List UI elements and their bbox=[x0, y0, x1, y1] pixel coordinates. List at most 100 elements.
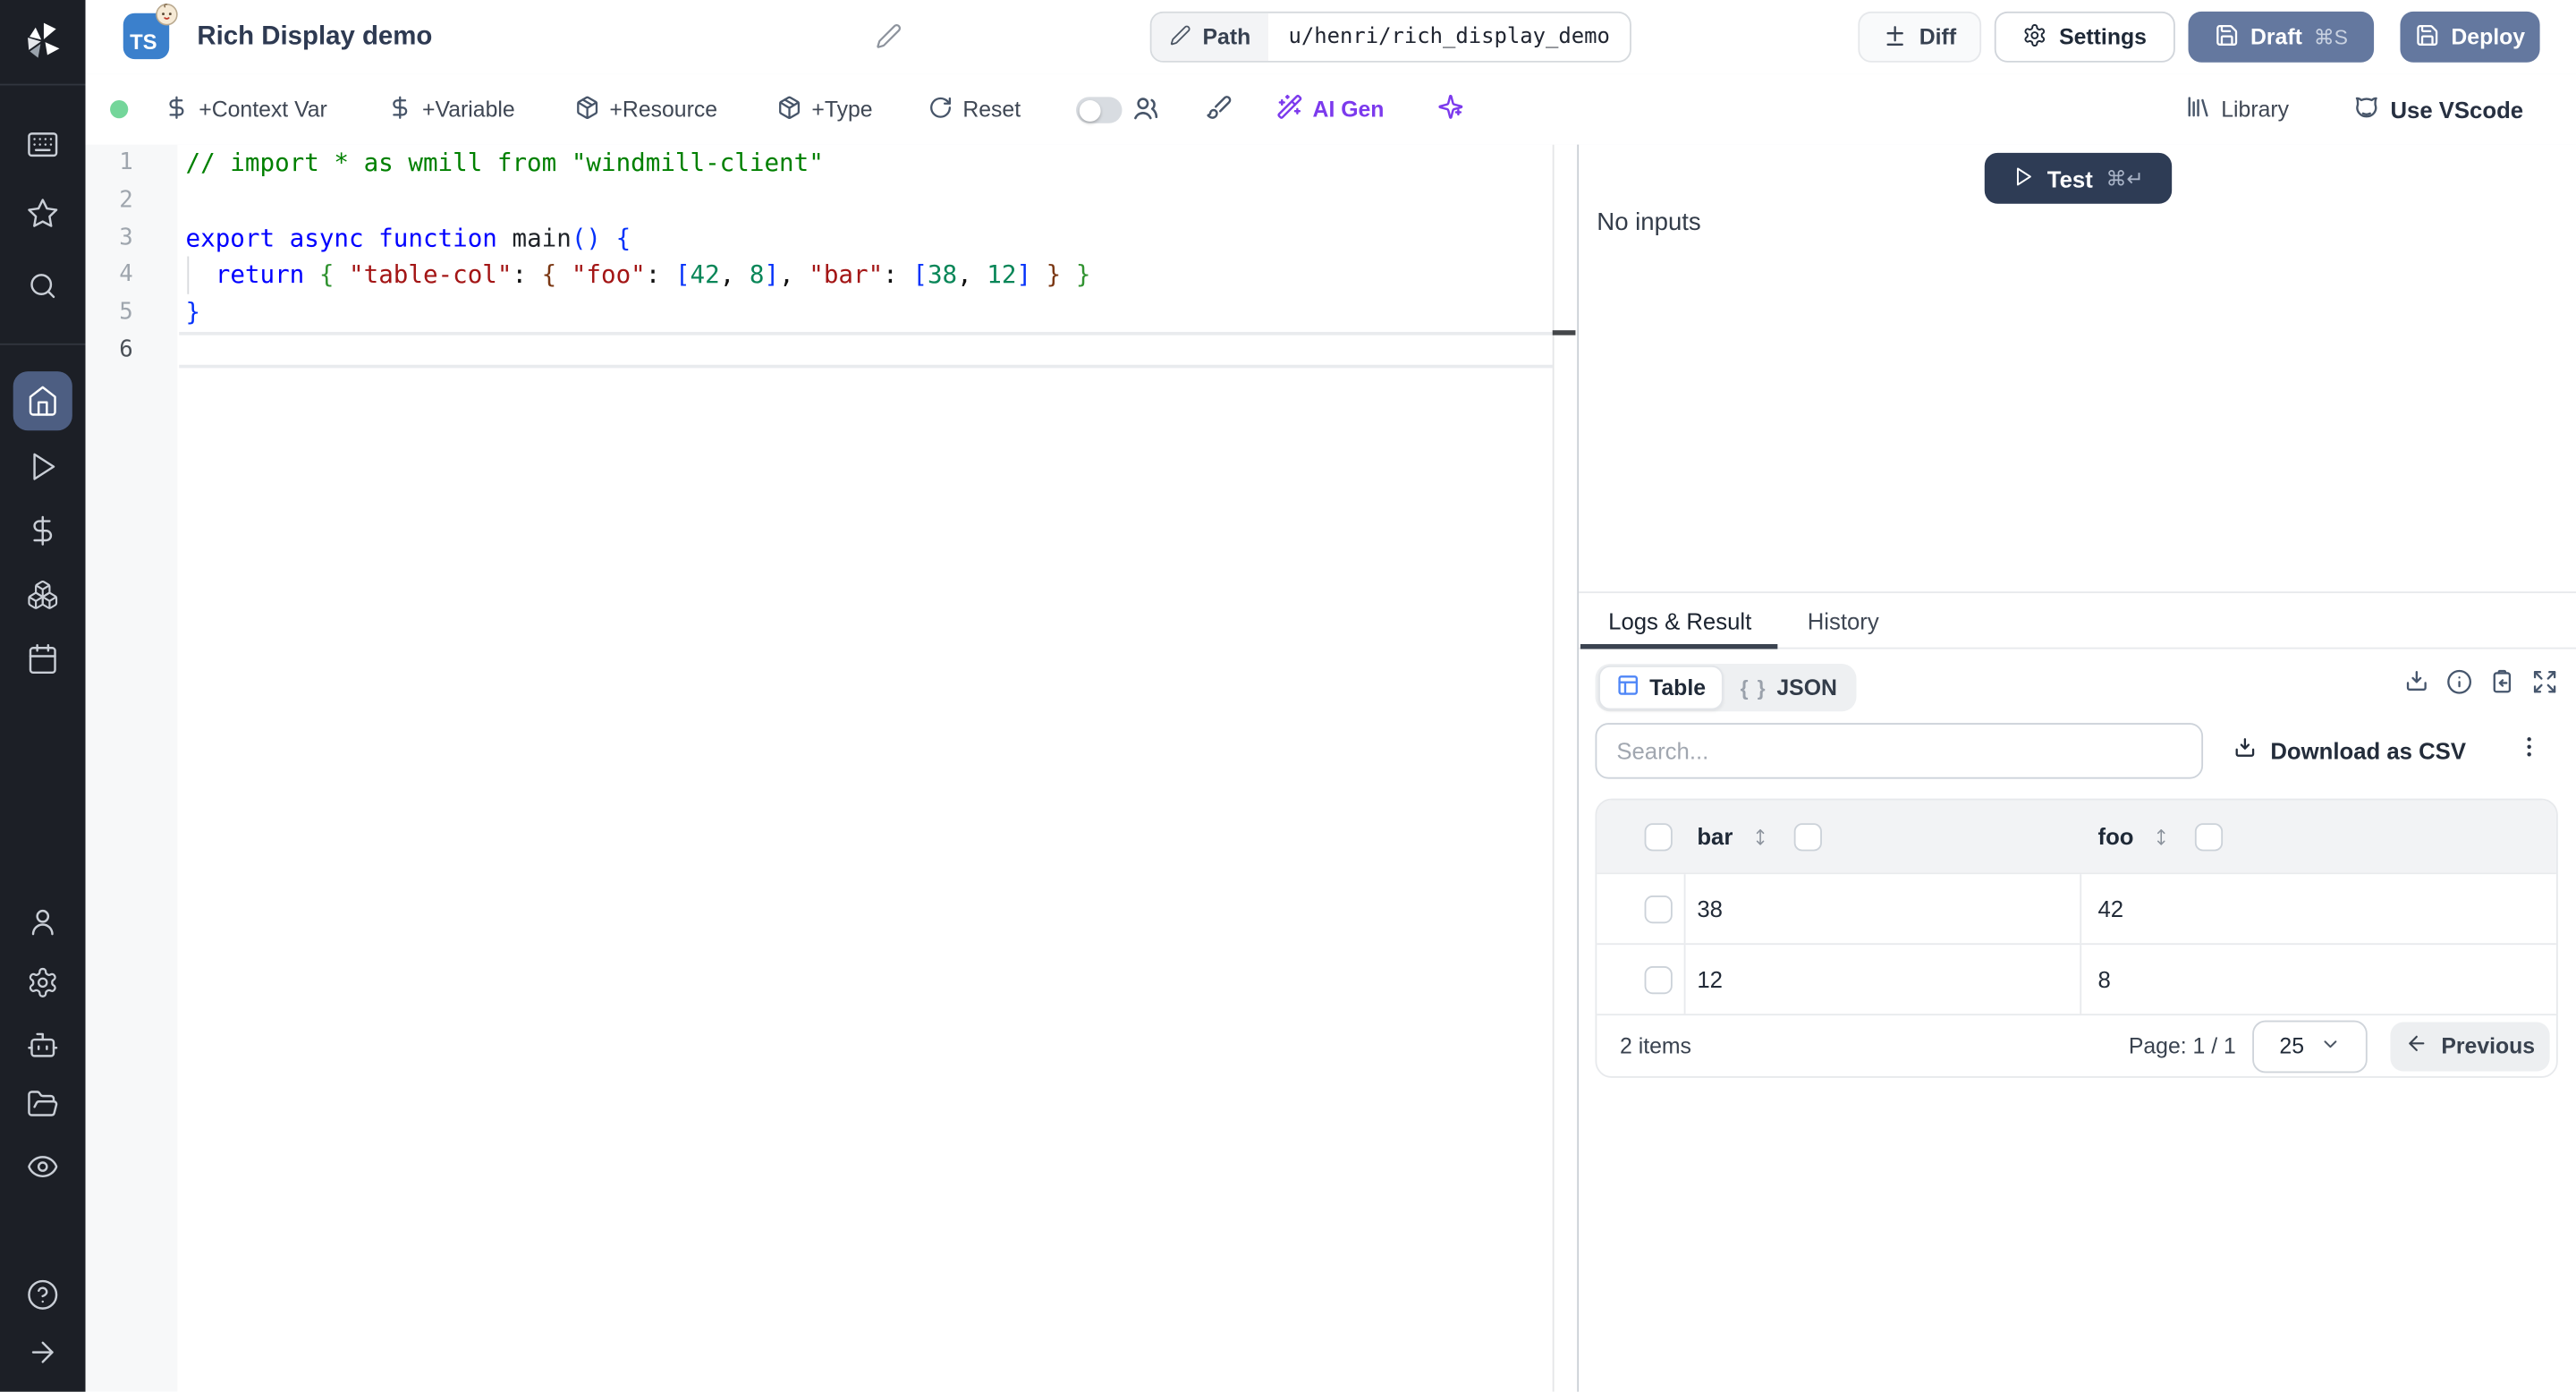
multiplayer-users-button[interactable] bbox=[1132, 74, 1160, 145]
cell-foo: 8 bbox=[2097, 965, 2111, 993]
code-editor[interactable]: 1// import * as wmill from "windmill-cli… bbox=[85, 144, 1578, 1392]
sidebar-item-runs[interactable] bbox=[26, 450, 59, 483]
edit-summary-pencil-icon[interactable] bbox=[876, 23, 902, 49]
column-header-foo[interactable]: foo bbox=[2098, 823, 2134, 849]
sidebar-item-workers[interactable] bbox=[26, 1029, 59, 1062]
table-icon bbox=[1616, 674, 1640, 701]
kebab-icon bbox=[2514, 733, 2542, 768]
expand-icon[interactable] bbox=[2531, 669, 2557, 704]
wand-icon bbox=[1276, 94, 1302, 125]
save-icon bbox=[2215, 22, 2240, 52]
download-csv-button[interactable]: Download as CSV bbox=[2233, 723, 2466, 778]
panel-divider[interactable] bbox=[1577, 144, 1580, 1392]
library-button[interactable]: Library bbox=[2185, 74, 2289, 145]
code-lines: 1// import * as wmill from "windmill-cli… bbox=[86, 145, 1578, 369]
pencil-icon bbox=[1170, 24, 1191, 50]
code-line[interactable]: 4 return { "table-col": { "foo": [42, 8]… bbox=[86, 257, 1578, 294]
draft-button[interactable]: Draft ⌘S bbox=[2188, 11, 2375, 63]
code-line[interactable]: 1// import * as wmill from "windmill-cli… bbox=[86, 145, 1578, 182]
diff-icon bbox=[1883, 22, 1908, 52]
path-field[interactable]: Path u/henri/rich_display_demo bbox=[1149, 11, 1631, 63]
download-icon[interactable] bbox=[2403, 669, 2429, 704]
add-resource-button[interactable]: +Resource bbox=[575, 74, 717, 145]
brush-icon bbox=[1206, 94, 1232, 125]
sort-icon[interactable] bbox=[1750, 826, 1771, 847]
sidebar-item-favorites[interactable] bbox=[26, 197, 59, 230]
page-size-select[interactable]: 25 bbox=[2252, 1019, 2368, 1073]
cell-foo: 42 bbox=[2097, 895, 2124, 922]
play-icon bbox=[2012, 166, 2034, 191]
select-all-checkbox[interactable] bbox=[1644, 822, 1673, 851]
arrow-left-icon bbox=[2405, 1031, 2428, 1059]
multiplayer-toggle[interactable] bbox=[1076, 97, 1123, 123]
sidebar-item-apps[interactable] bbox=[26, 128, 59, 161]
code-line[interactable]: 6 bbox=[86, 331, 1578, 369]
tab-logs-result[interactable]: Logs & Result bbox=[1580, 593, 1780, 648]
toggle-knob bbox=[1078, 99, 1100, 121]
code-line[interactable]: 5} bbox=[86, 293, 1578, 331]
sidebar bbox=[0, 0, 86, 1392]
row-checkbox[interactable] bbox=[1644, 965, 1673, 994]
sidebar-item-settings[interactable] bbox=[26, 966, 59, 999]
boxes-icon bbox=[26, 581, 59, 617]
items-count: 2 items bbox=[1620, 1033, 1691, 1058]
path-label: Path bbox=[1151, 13, 1269, 61]
sidebar-item-resources[interactable] bbox=[26, 579, 59, 612]
previous-page-button[interactable]: Previous bbox=[2390, 1021, 2550, 1071]
windmill-logo[interactable] bbox=[21, 20, 64, 63]
run-panel: Test ⌘↵ No inputs Logs & Result History … bbox=[1579, 144, 2576, 1392]
line-number: 3 bbox=[119, 225, 133, 251]
sidebar-item-schedules[interactable] bbox=[26, 642, 59, 675]
robot-icon bbox=[26, 1032, 59, 1068]
info-icon[interactable] bbox=[2446, 669, 2472, 704]
sidebar-item-audit-logs[interactable] bbox=[26, 1150, 59, 1184]
sidebar-divider bbox=[0, 83, 86, 86]
sidebar-divider bbox=[0, 343, 86, 345]
line-number: 6 bbox=[119, 336, 133, 363]
sidebar-item-folders[interactable] bbox=[26, 1088, 59, 1121]
add-type-button[interactable]: +Type bbox=[777, 74, 873, 145]
code-line[interactable]: 3 export async function main() { bbox=[86, 219, 1578, 257]
calendar-icon bbox=[26, 643, 59, 682]
table-menu-kebab[interactable] bbox=[2509, 723, 2548, 778]
line-number: 1 bbox=[119, 149, 133, 177]
star-icon bbox=[26, 199, 59, 236]
dollar-icon bbox=[26, 515, 59, 554]
folder-icon bbox=[26, 1091, 59, 1127]
package-icon bbox=[777, 95, 802, 124]
row-checkbox[interactable] bbox=[1644, 895, 1673, 923]
reset-button[interactable]: Reset bbox=[928, 74, 1021, 145]
ai-gen-button[interactable]: AI Gen bbox=[1276, 74, 1384, 145]
format-brush-button[interactable] bbox=[1206, 74, 1232, 145]
column-header-bar[interactable]: bar bbox=[1697, 823, 1733, 849]
column-filter-checkbox[interactable] bbox=[1793, 822, 1822, 851]
search-input[interactable] bbox=[1595, 723, 2204, 779]
settings-button[interactable]: Settings bbox=[1994, 11, 2175, 63]
view-option-table[interactable]: Table bbox=[1598, 665, 1724, 710]
code-line[interactable]: 2 bbox=[86, 182, 1578, 219]
clipboard-copy-icon[interactable] bbox=[2489, 669, 2515, 704]
sidebar-expand-button[interactable] bbox=[26, 1336, 59, 1369]
sort-icon[interactable] bbox=[2150, 826, 2172, 847]
use-vscode-button[interactable]: Use VScode bbox=[2352, 74, 2523, 145]
page-indicator: Page: 1 / 1 bbox=[2128, 1033, 2236, 1058]
package-icon bbox=[575, 95, 600, 124]
diff-button[interactable]: Diff bbox=[1858, 11, 1982, 63]
add-context-var-button[interactable]: +Context Var bbox=[165, 74, 327, 145]
tab-history[interactable]: History bbox=[1779, 593, 1906, 648]
add-variable-button[interactable]: +Variable bbox=[387, 74, 515, 145]
sidebar-item-help[interactable] bbox=[26, 1278, 59, 1311]
sidebar-item-search[interactable] bbox=[26, 269, 59, 302]
vscode-icon bbox=[2352, 93, 2380, 126]
column-filter-checkbox[interactable] bbox=[2194, 822, 2223, 851]
sidebar-item-users[interactable] bbox=[26, 905, 59, 938]
sidebar-item-home-active[interactable] bbox=[13, 371, 72, 431]
ai-sparkles-button[interactable] bbox=[1437, 74, 1463, 145]
test-shortcut: ⌘↵ bbox=[2106, 167, 2144, 191]
test-button[interactable]: Test ⌘↵ bbox=[1984, 152, 2173, 204]
cell-bar: 38 bbox=[1685, 874, 2082, 944]
view-option-json[interactable]: { } JSON bbox=[1724, 667, 1853, 709]
sidebar-item-variables[interactable] bbox=[26, 514, 59, 547]
table-row: 12 8 bbox=[1597, 943, 2556, 1014]
deploy-button[interactable]: Deploy bbox=[2400, 11, 2540, 63]
